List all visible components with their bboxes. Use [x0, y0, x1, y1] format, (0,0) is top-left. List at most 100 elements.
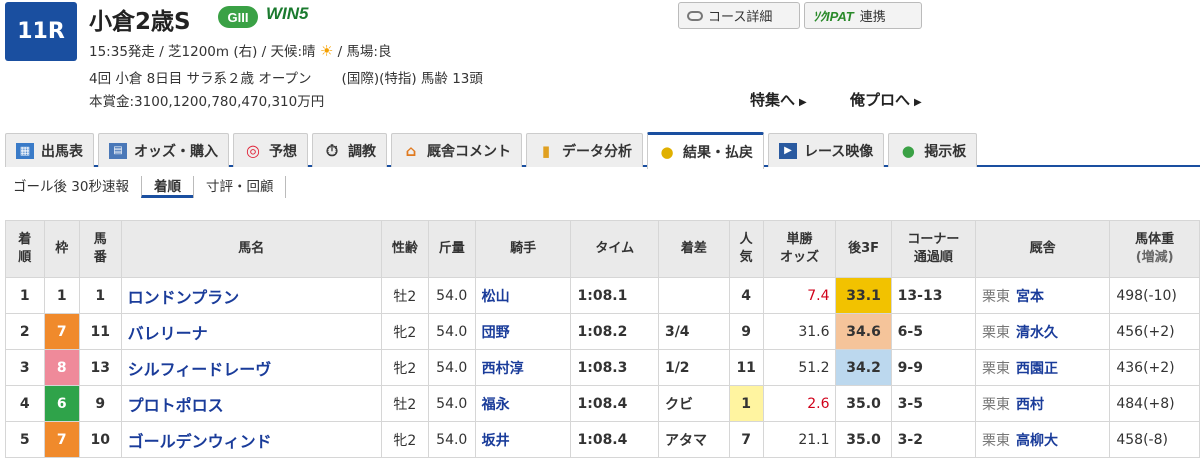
horse-name-link[interactable]: シルフィードレーヴ: [128, 360, 272, 379]
subtab-review[interactable]: 寸評・回顧: [192, 176, 287, 198]
horse-name-cell: ロンドンプラン: [120, 277, 382, 314]
track-condition: / 馬場:良: [337, 44, 392, 60]
trainer-link[interactable]: 高柳大: [1016, 433, 1058, 449]
corner-cell: 13-13: [890, 277, 977, 314]
horse-name-link[interactable]: プロトポロス: [128, 396, 224, 415]
umaban-cell: 13: [78, 349, 122, 386]
umaban-cell: 9: [78, 385, 122, 422]
subtab-flash[interactable]: ゴール後 30秒速報: [5, 176, 141, 198]
col-trainer: 厩舎: [975, 220, 1111, 278]
chat-icon: ●: [901, 141, 915, 160]
trainer-region: 栗東: [982, 432, 1011, 449]
tab-label: 予想: [269, 143, 297, 160]
jockey-cell: 福永: [474, 385, 572, 422]
jockey-link[interactable]: 西村淳: [482, 361, 524, 377]
rank-cell: 1: [5, 277, 45, 314]
trainer-link[interactable]: 宮本: [1016, 289, 1044, 305]
rank-cell: 3: [5, 349, 45, 386]
trainer-cell: 栗東 西園正: [975, 349, 1111, 386]
win5-badge[interactable]: WIN5: [266, 4, 309, 24]
popularity-cell: 11: [728, 349, 764, 386]
time-cell: 1:08.2: [570, 313, 659, 350]
body-weight-cell: 498(-10): [1109, 277, 1200, 314]
popularity-cell: 1: [728, 385, 764, 422]
tab-label: オッズ・購入: [134, 143, 218, 160]
jockey-link[interactable]: 松山: [482, 289, 510, 305]
prize-money: 本賞金:3100,1200,780,470,310万円: [89, 94, 325, 110]
results-table: 着順 枠 馬番 馬名 性齢 斤量 騎手 タイム 着差 人気 単勝 オッズ 後3F …: [5, 220, 1200, 458]
margin-cell: 3/4: [657, 313, 730, 350]
trainer-region: 栗東: [982, 396, 1011, 413]
col-rank: 着順: [5, 220, 45, 278]
tab-shutsuba[interactable]: ▦ 出馬表: [5, 133, 94, 167]
race-info-line1: 15:35発走 / 芝1200m (右) / 天候:晴 ☀ / 馬場:良: [89, 40, 391, 60]
table-row: 2 7 11 バレリーナ 牝2 54.0 団野 1:08.2 3/4 9 31.6 34.6 6-5 栗東…: [5, 313, 1200, 350]
rank-cell: 5: [5, 421, 45, 458]
margin-cell: [657, 277, 730, 314]
jockey-link[interactable]: 福永: [482, 397, 510, 413]
col-body: 馬体重 (増減): [1109, 220, 1200, 278]
table-row: 1 1 1 ロンドンプラン 牡2 54.0 松山 1:08.1 4 7.4 33.1 13-13 栗東宮…: [5, 277, 1200, 314]
horse-name-cell: ゴールデンウィンド: [120, 421, 382, 458]
corner-cell: 3-2: [890, 421, 977, 458]
tab-chokyo[interactable]: ⏱ 調教: [312, 133, 387, 167]
race-info-line2: 4回 小倉 8日目 サラ系２歳 オープン (国際)(特指) 馬齢 13頭: [89, 67, 483, 87]
umaban-cell: 11: [78, 313, 122, 350]
feature-link[interactable]: 特集へ ▶: [750, 89, 807, 110]
tab-data[interactable]: ▮ データ分析: [526, 133, 643, 167]
col-margin: 着差: [657, 220, 730, 278]
table-row: 5 7 10 ゴールデンウィンド 牝2 54.0 坂井 1:08.4 アタマ 7 21.1 35.0 3…: [5, 421, 1200, 458]
subtab-order[interactable]: 着順: [140, 176, 193, 198]
trainer-region: 栗東: [982, 288, 1011, 305]
coins-icon: ●: [660, 143, 674, 161]
race-class: (国際)(特指) 馬齢 13頭: [341, 71, 483, 87]
orepro-link[interactable]: 俺プロへ ▶: [850, 89, 922, 110]
tab-label: 出馬表: [41, 143, 83, 160]
col-time: タイム: [570, 220, 659, 278]
horse-name-link[interactable]: ゴールデンウィンド: [128, 432, 272, 451]
stopwatch-icon: ⏱: [325, 140, 339, 160]
tab-video[interactable]: ▶ レース映像: [768, 133, 885, 167]
trainer-link[interactable]: 清水久: [1016, 325, 1058, 341]
table-row: 3 8 13 シルフィードレーヴ 牝2 54.0 西村淳 1:08.3 1/2 11 51.2 34.…: [5, 349, 1200, 386]
col-weight: 斤量: [427, 220, 476, 278]
course-detail-button[interactable]: コース詳細: [678, 2, 800, 29]
trainer-link[interactable]: 西村: [1016, 397, 1044, 413]
race-conditions: 15:35発走 / 芝1200m (右) / 天候:晴: [89, 44, 316, 60]
body-weight-cell: 484(+8): [1109, 385, 1200, 422]
sexage-cell: 牝2: [380, 313, 429, 350]
weight-cell: 54.0: [427, 385, 476, 422]
waku-cell: 6: [43, 385, 80, 422]
horse-name-cell: バレリーナ: [120, 313, 382, 350]
horse-name-cell: シルフィードレーヴ: [120, 349, 382, 386]
tab-results[interactable]: ● 結果・払戻: [647, 132, 764, 169]
jockey-link[interactable]: 団野: [482, 325, 510, 341]
trainer-cell: 栗東 高柳大: [975, 421, 1111, 458]
time-cell: 1:08.1: [570, 277, 659, 314]
video-icon: ▶: [779, 142, 797, 159]
popularity-cell: 7: [728, 421, 764, 458]
trainer-region: 栗東: [982, 324, 1011, 341]
col-umaban: 馬番: [78, 220, 122, 278]
tab-odds[interactable]: ▤ オッズ・購入: [98, 133, 229, 167]
horse-name-link[interactable]: バレリーナ: [128, 324, 208, 343]
col-jockey: 騎手: [474, 220, 572, 278]
trainer-cell: 栗東 宮本: [975, 277, 1111, 314]
rank-cell: 4: [5, 385, 45, 422]
margin-cell: クビ: [657, 385, 730, 422]
ipat-link-label: 連携: [859, 10, 886, 25]
horse-name-cell: プロトポロス: [120, 385, 382, 422]
race-title: 小倉2歳S: [89, 9, 191, 35]
col-corner: コーナー 通過順: [890, 220, 977, 278]
corner-cell: 6-5: [890, 313, 977, 350]
target-icon: ◎: [246, 140, 260, 160]
margin-cell: アタマ: [657, 421, 730, 458]
corner-cell: 3-5: [890, 385, 977, 422]
trainer-link[interactable]: 西園正: [1016, 361, 1058, 377]
tab-stable-comment[interactable]: ⌂ 厩舎コメント: [391, 133, 522, 167]
horse-name-link[interactable]: ロンドンプラン: [128, 288, 240, 307]
jockey-link[interactable]: 坂井: [482, 433, 510, 449]
tab-yoso[interactable]: ◎ 予想: [233, 133, 308, 167]
tab-board[interactable]: ● 掲示板: [888, 133, 978, 167]
ipat-link-button[interactable]: ｿｸIPAT 連携: [804, 2, 922, 29]
